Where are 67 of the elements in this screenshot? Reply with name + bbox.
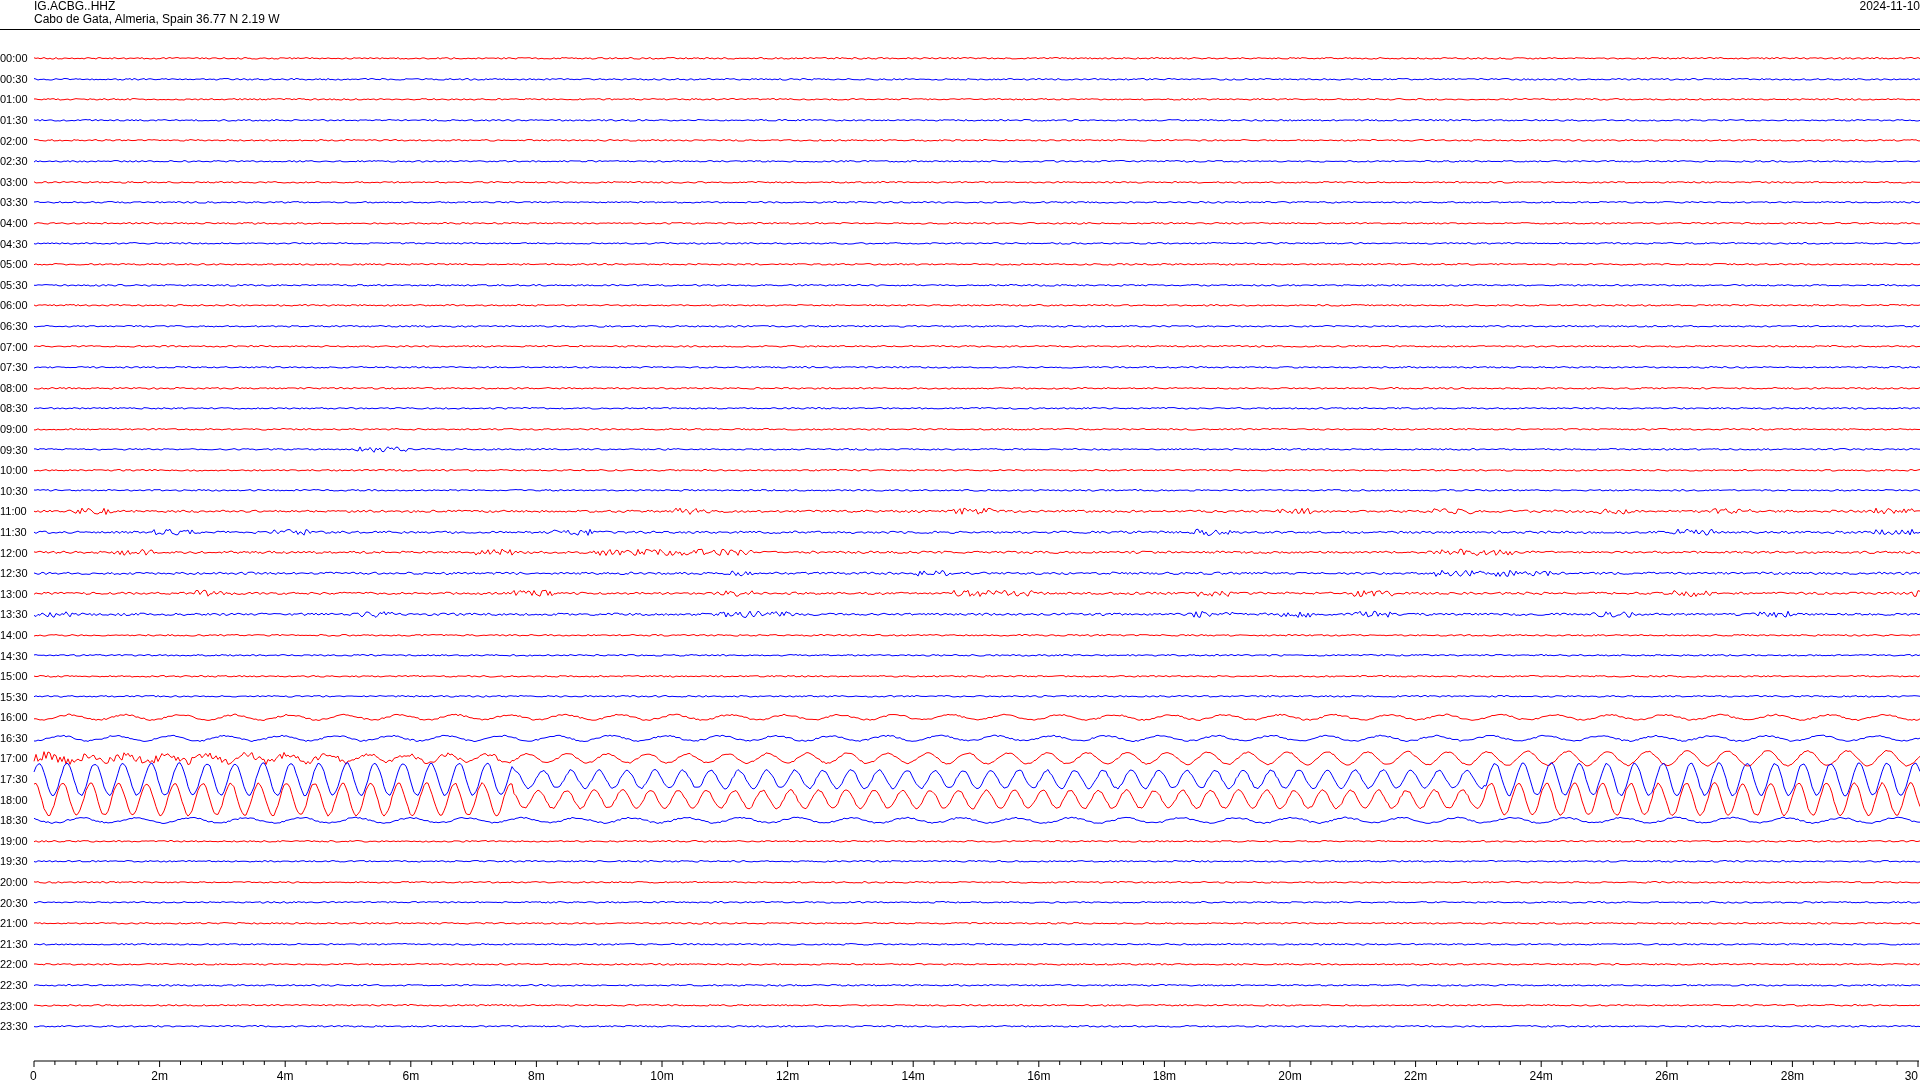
- axis-label: 22m: [1403, 1068, 1428, 1080]
- axis-label: 24m: [1529, 1068, 1553, 1080]
- axis-label: 8m: [528, 1068, 545, 1080]
- time-label: 14:00: [0, 628, 29, 641]
- time-label: 06:30: [0, 320, 29, 332]
- time-label: 22:30: [0, 979, 29, 991]
- time-label: 11:30: [0, 525, 28, 538]
- station-location: Cabo de Gata, Almeria, Spain 36.77 N 2.19 W: [34, 13, 280, 26]
- time-label: 11:00: [0, 505, 28, 518]
- time-label: 21:30: [0, 937, 29, 950]
- axis-label: 28m: [1780, 1068, 1805, 1080]
- axis-label: 20m: [1278, 1068, 1302, 1080]
- time-label: 16:30: [0, 731, 29, 744]
- axis-label: 16m: [1027, 1068, 1051, 1080]
- time-label: 12:30: [0, 567, 29, 580]
- time-label: 08:30: [0, 402, 29, 415]
- date-label: 2024-11-10: [1859, 0, 1920, 13]
- time-label: 21:00: [0, 917, 29, 930]
- time-label: 08:00: [0, 381, 29, 394]
- time-label: 09:00: [0, 423, 29, 435]
- time-label: 15:30: [0, 690, 29, 703]
- time-label: 14:30: [0, 649, 29, 662]
- axis-label: 26m: [1655, 1068, 1679, 1080]
- station-code: IG.ACBG..HHZ: [34, 0, 117, 13]
- time-label: 07:30: [0, 361, 29, 374]
- time-label: 05:30: [0, 278, 29, 291]
- time-label: 12:00: [0, 546, 29, 559]
- time-label: 22:00: [0, 958, 29, 971]
- axis-label: 2m: [151, 1068, 168, 1080]
- time-label: 13:30: [0, 608, 29, 621]
- time-label: 10:00: [0, 464, 29, 477]
- time-label: 16:00: [0, 711, 29, 724]
- time-label: 20:00: [0, 876, 29, 889]
- time-label: 02:30: [0, 155, 29, 168]
- time-label: 18:30: [0, 814, 29, 827]
- time-label: 09:30: [0, 443, 29, 456]
- time-label: 06:00: [0, 299, 29, 312]
- time-label: 17:30: [0, 773, 29, 786]
- time-label: 05:00: [0, 258, 29, 271]
- axis-label: 6m: [402, 1068, 420, 1080]
- time-label: 23:30: [0, 1020, 29, 1033]
- time-label: 13:00: [0, 587, 29, 600]
- time-label: 20:30: [0, 896, 29, 909]
- time-label: 03:30: [0, 196, 29, 209]
- time-label: 10:30: [0, 484, 29, 497]
- time-label: 07:00: [0, 340, 29, 353]
- time-label: 17:00: [0, 752, 29, 765]
- time-label: 01:30: [0, 114, 29, 127]
- axis-label: 0: [30, 1068, 37, 1080]
- time-label: 23:00: [0, 999, 29, 1012]
- axis-label: 12m: [775, 1068, 800, 1080]
- time-label: 00:00: [0, 52, 29, 65]
- time-label: 04:30: [0, 237, 29, 250]
- axis-label: 4m: [276, 1068, 294, 1080]
- time-label: 01:00: [0, 93, 29, 106]
- axis-label: 14m: [901, 1068, 925, 1080]
- time-label: 02:00: [0, 134, 29, 147]
- time-label: 19:00: [0, 834, 29, 847]
- time-label: 19:30: [0, 855, 29, 868]
- axis-label: 10m: [650, 1068, 674, 1080]
- axis-label: 30: [1904, 1068, 1918, 1080]
- time-label: 04:00: [0, 217, 29, 230]
- time-label: 18:00: [0, 793, 29, 806]
- time-label: 15:00: [0, 670, 29, 683]
- time-label: 03:00: [0, 175, 29, 188]
- axis-label: 18m: [1152, 1068, 1177, 1080]
- time-label: 00:30: [0, 72, 29, 85]
